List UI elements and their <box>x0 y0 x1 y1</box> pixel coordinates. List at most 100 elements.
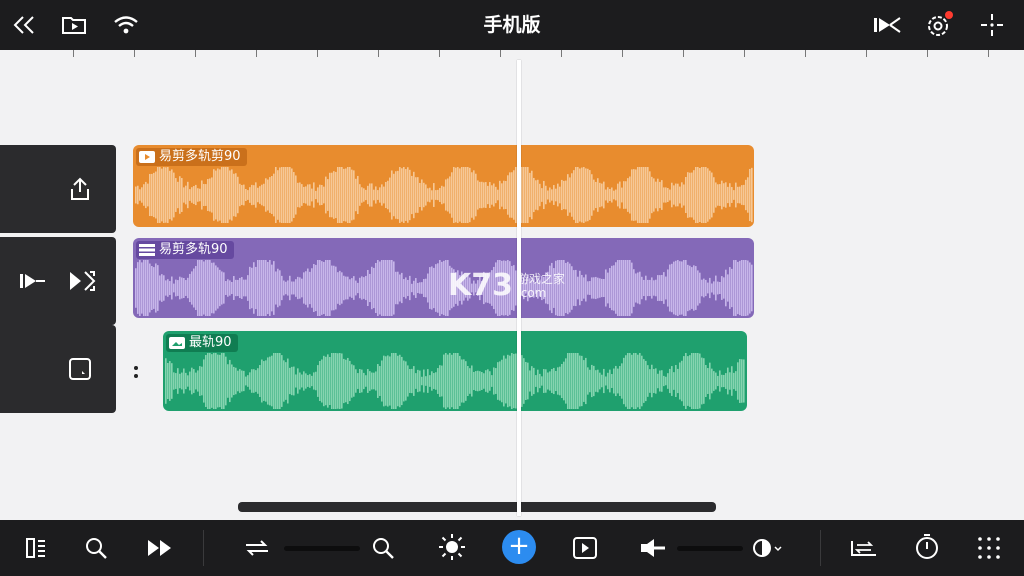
timeline-ruler[interactable] <box>0 50 1024 62</box>
waveform-2 <box>135 260 753 316</box>
waveform-bar <box>301 278 303 298</box>
more-button[interactable] <box>978 12 1006 38</box>
timer-button[interactable] <box>912 532 942 562</box>
waveform-bar <box>599 182 601 208</box>
waveform-bar <box>405 169 407 221</box>
waveform-bar <box>417 369 419 393</box>
track-header-2[interactable] <box>0 237 116 325</box>
waveform-bar <box>621 363 623 399</box>
waveform-bar <box>581 167 583 223</box>
waveform-bar <box>181 372 183 390</box>
image-clip-icon <box>169 337 185 349</box>
waveform-bar <box>235 173 237 217</box>
fast-forward-button[interactable] <box>144 534 176 562</box>
play-clip-button[interactable] <box>16 267 48 295</box>
volume-slider[interactable] <box>677 546 743 551</box>
volume-button[interactable] <box>638 534 668 562</box>
waveform-bar <box>371 372 373 390</box>
share-button[interactable] <box>66 175 94 203</box>
waveform-bar <box>249 187 251 203</box>
timeline-scrollbar[interactable] <box>238 502 716 512</box>
waveform-bar <box>223 353 225 409</box>
waveform-bar <box>271 355 273 407</box>
waveform-bar <box>597 178 599 212</box>
waveform-bar <box>191 271 193 305</box>
add-button[interactable]: + <box>502 530 536 564</box>
brightness-button[interactable] <box>437 532 467 562</box>
waveform-bar <box>591 277 593 299</box>
waveform-bar <box>215 353 217 409</box>
waveform-bar <box>531 170 533 220</box>
waveform-bar <box>177 181 179 209</box>
waveform-bar <box>345 276 347 300</box>
waveform-bar <box>359 368 361 394</box>
waveform-bar <box>537 369 539 393</box>
waveform-bar <box>167 279 169 297</box>
waveform-bar <box>587 367 589 395</box>
waveform-bar <box>513 353 515 409</box>
audio-clip-2[interactable]: 易剪多轨90 <box>133 238 754 318</box>
loop-button[interactable] <box>242 534 272 562</box>
waveform-bar <box>159 167 161 223</box>
waveform-bar <box>509 355 511 407</box>
waveform-bar <box>427 369 429 393</box>
waveform-bar <box>415 278 417 298</box>
waveform-bar <box>435 264 437 312</box>
waveform-bar <box>523 358 525 404</box>
zoom-slider[interactable] <box>284 546 360 551</box>
contrast-button[interactable] <box>750 534 784 562</box>
contrast-icon <box>753 539 782 557</box>
track-menu-button[interactable] <box>66 355 94 383</box>
audio-clip-3[interactable]: 最轨90 <box>163 331 747 411</box>
waveform-bar <box>177 280 179 296</box>
play-button[interactable] <box>571 534 599 562</box>
waveform-bar <box>663 375 665 387</box>
timeline-button[interactable] <box>848 534 880 562</box>
waveform-bar <box>551 189 553 201</box>
waveform-bar <box>571 173 573 217</box>
waveform-bar <box>533 177 535 213</box>
expand-button[interactable] <box>66 267 98 295</box>
audio-clip-1[interactable]: 易剪多轨剪90 <box>133 145 754 227</box>
waveform-bar <box>617 368 619 394</box>
waveform-bar <box>705 364 707 398</box>
waveform-bar <box>235 367 237 395</box>
waveform-bar <box>173 283 175 293</box>
waveform-bar <box>381 260 383 316</box>
waveform-bar <box>411 283 413 293</box>
waveform-bar <box>393 353 395 409</box>
waveform-bar <box>273 353 275 409</box>
waveform-bar <box>337 272 339 304</box>
clip-label-1: 易剪多轨剪90 <box>136 148 247 166</box>
waveform-bar <box>279 270 281 306</box>
waveform-bar <box>239 277 241 299</box>
waveform-bar <box>441 185 443 205</box>
waveform-bar <box>279 167 281 223</box>
waveform-bar <box>643 279 645 297</box>
waveform-bar <box>653 280 655 296</box>
waveform-bar <box>589 369 591 393</box>
search-button[interactable] <box>82 534 110 562</box>
track-header-3[interactable] <box>0 325 116 413</box>
waveform-bar <box>255 266 257 310</box>
waveform-bar <box>165 167 167 223</box>
waveform-bar <box>195 372 197 390</box>
zoom-button[interactable] <box>369 534 397 562</box>
waveform-bar <box>275 353 277 409</box>
track-header-1[interactable] <box>0 145 116 233</box>
waveform-bar <box>377 190 379 200</box>
waveform-bar <box>559 366 561 396</box>
waveform-bar <box>637 167 639 223</box>
settings-button[interactable] <box>924 10 954 40</box>
play-from-icon <box>874 17 901 33</box>
grid-button[interactable] <box>975 534 1003 562</box>
waveform-bar <box>245 188 247 202</box>
waveform-bar <box>435 372 437 390</box>
waveform-bar <box>155 263 157 313</box>
split-handle[interactable] <box>130 362 142 382</box>
waveform-bar <box>649 279 651 297</box>
layout-button[interactable] <box>22 534 50 562</box>
play-from-button[interactable] <box>872 12 902 38</box>
waveform-bar <box>341 353 343 409</box>
waveform-bar <box>353 276 355 300</box>
